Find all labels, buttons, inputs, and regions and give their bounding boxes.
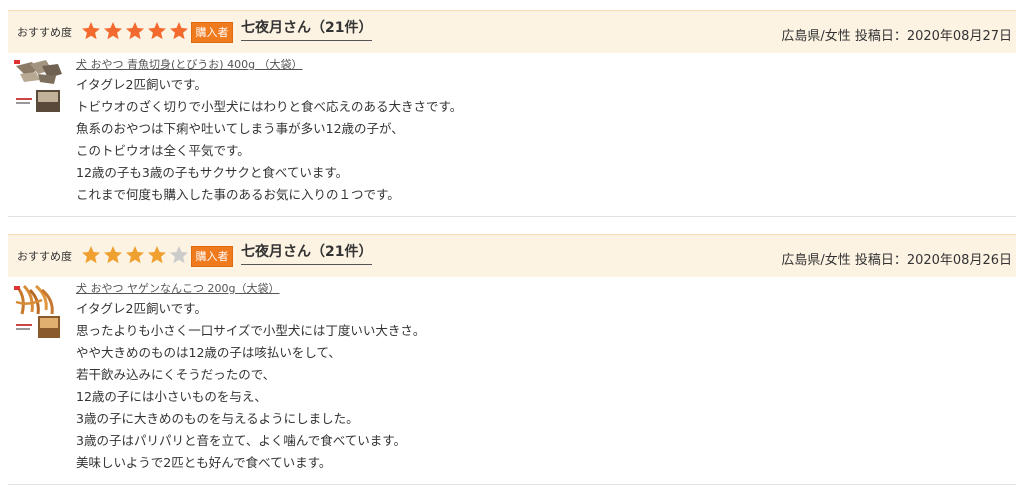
star-icon [148,246,166,264]
star-icon [126,22,144,40]
review-line: 魚系のおやつは下痢や吐いてしまう事が多い12歳の子が、 [76,121,404,136]
star-icon [104,22,122,40]
review-line: このトビウオは全く平気です。 [76,143,250,158]
review-line: 美味しいようで2匹とも好んで食べています。 [76,455,332,470]
review-body: イタグレ2匹飼いです。 思ったよりも小さく一口サイズで小型犬には丁度いい大きさ。… [76,298,425,474]
review-line: イタグレ2匹飼いです。 [76,301,207,316]
review-line: 思ったよりも小さく一口サイズで小型犬には丁度いい大きさ。 [76,323,426,338]
star-icon [126,246,144,264]
star-icon [82,22,100,40]
review-line: 3歳の子はパリパリと音を立て、よく噛んで食べています。 [76,433,406,448]
review-line: 12歳の子には小さいものを与え、 [76,389,267,404]
review-body: イタグレ2匹飼いです。 トビウオのざく切りで小型犬にはわりと食べ応えのある大きさ… [76,74,462,206]
review-item: おすすめ度 購入者 七夜月さん（21件） 広島県/女性 投稿日：2020年08月… [8,234,1016,485]
review-line: 若干飲み込みにくそうだったので、 [76,367,276,382]
buyer-badge: 購入者 [191,22,233,43]
review-meta: 広島県/女性 投稿日：2020年08月27日 [781,29,1012,44]
star-icon [148,22,166,40]
review-line: やや大きめのものは12歳の子は咳払いをして、 [76,345,341,360]
buyer-badge: 購入者 [191,246,233,267]
review-meta: 広島県/女性 投稿日：2020年08月26日 [781,253,1012,268]
review-header: おすすめ度 購入者 七夜月さん（21件） 広島県/女性 投稿日：2020年08月… [8,10,1016,53]
reviewer-name-link[interactable]: 七夜月さん（21件） [241,241,373,265]
review-header: おすすめ度 購入者 七夜月さん（21件） 広島県/女性 投稿日：2020年08月… [8,234,1016,277]
star-icon [170,22,188,40]
star-icon [82,246,100,264]
recommend-label: おすすめ度 [17,26,72,39]
review-line: トビウオのざく切りで小型犬にはわりと食べ応えのある大きさです。 [76,99,463,114]
recommend-label: おすすめ度 [17,250,72,263]
review-line: 12歳の子も3歳の子もサクサクと食べています。 [76,165,349,180]
star-rating [81,21,191,43]
star-icon [104,246,122,264]
chicken-cartilage-icon[interactable] [12,284,64,340]
review-line: 3歳の子に大きめのものを与えるようにしました。 [76,411,359,426]
product-link[interactable]: 犬 おやつ 青魚切身(とびうお) 400g （大袋） [76,56,303,72]
star-empty-icon [170,246,188,264]
star-rating [81,245,191,267]
dried-fish-icon[interactable] [12,58,64,114]
review-line: これまで何度も購入した事のあるお気に入りの１つです。 [76,187,400,202]
review-item: おすすめ度 購入者 七夜月さん（21件） 広島県/女性 投稿日：2020年08月… [8,10,1016,217]
review-line: イタグレ2匹飼いです。 [76,77,207,92]
product-link[interactable]: 犬 おやつ ヤゲンなんこつ 200g（大袋） [76,280,279,296]
reviewer-name-link[interactable]: 七夜月さん（21件） [241,17,373,41]
